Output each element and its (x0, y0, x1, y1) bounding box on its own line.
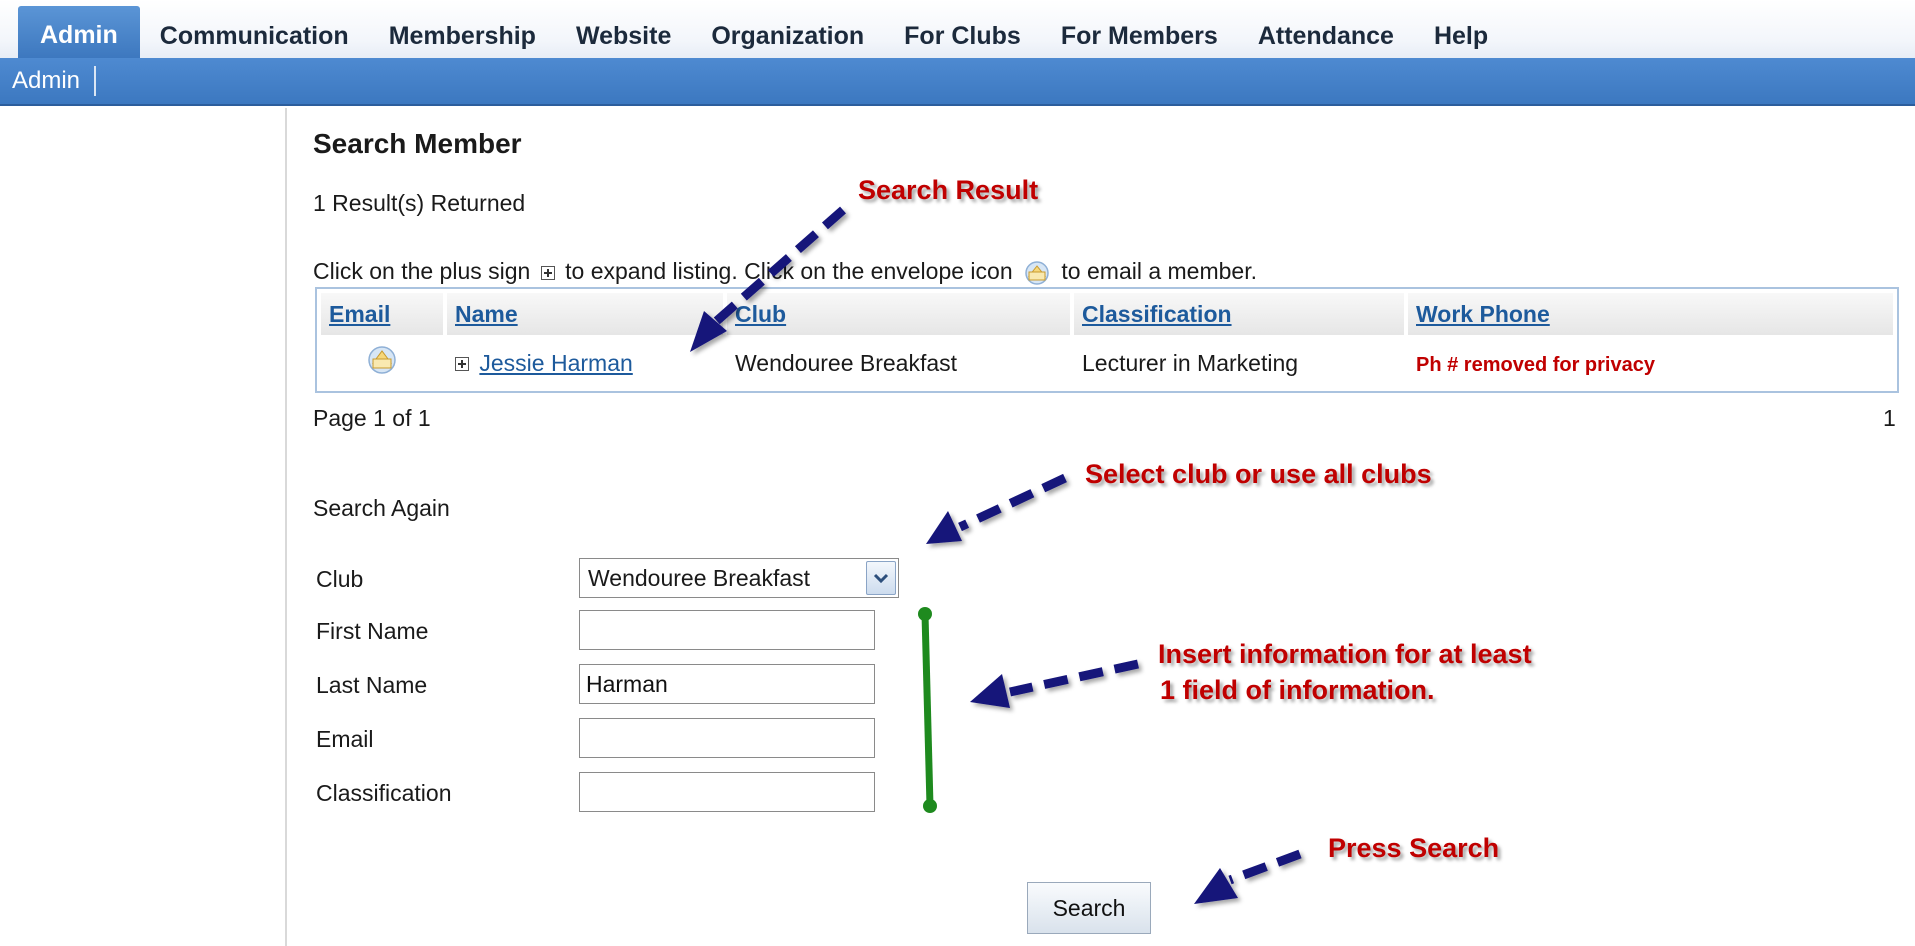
classification-input[interactable] (579, 772, 875, 812)
instructions-text: Click on the plus sign to expand listing… (313, 258, 1257, 285)
sub-nav-bar: Admin (0, 58, 1915, 106)
search-button[interactable]: Search (1027, 882, 1151, 934)
sort-work-phone-link[interactable]: Work Phone (1416, 301, 1550, 327)
left-column-divider (285, 108, 287, 946)
pager-status: Page 1 of 1 (313, 405, 431, 431)
pager-page-link[interactable]: 1 (1883, 405, 1896, 432)
tab-help[interactable]: Help (1414, 6, 1508, 58)
tab-for-clubs[interactable]: For Clubs (884, 6, 1041, 58)
search-again-heading: Search Again (313, 495, 450, 521)
name-cell: Jessie Harman (447, 339, 723, 387)
annotation-search-result: Search Result (858, 175, 1039, 205)
email-input[interactable] (579, 718, 875, 758)
classification-label: Classification (316, 780, 452, 806)
column-header-classification[interactable]: Classification (1074, 293, 1404, 335)
results-table: Email Name Club Classification Work Phon… (315, 287, 1899, 393)
instructions-part1: Click on the plus sign (313, 258, 531, 284)
instructions-part2: to expand listing. Click on the envelope… (565, 258, 1013, 284)
sort-name-link[interactable]: Name (455, 301, 518, 327)
last-name-input[interactable] (579, 664, 875, 704)
plus-sign-icon (540, 265, 555, 280)
annotation-select-club: Select club or use all clubs (1085, 459, 1432, 489)
top-nav-tabs: Admin Communication Membership Website O… (18, 6, 1508, 58)
column-header-name[interactable]: Name (447, 293, 723, 335)
privacy-notice: Ph # removed for privacy (1416, 353, 1655, 376)
tab-website[interactable]: Website (556, 6, 691, 58)
annotation-insert-info-line1: Insert information for at least (1158, 639, 1532, 669)
tab-organization[interactable]: Organization (691, 6, 884, 58)
first-name-input[interactable] (579, 610, 875, 650)
club-select[interactable]: Wendouree Breakfast (579, 558, 899, 598)
sort-email-link[interactable]: Email (329, 301, 390, 327)
sort-classification-link[interactable]: Classification (1082, 301, 1232, 327)
annotation-press-search: Press Search (1328, 833, 1500, 863)
work-phone-cell: Ph # removed for privacy (1408, 339, 1893, 387)
club-label: Club (316, 566, 364, 592)
email-cell (321, 339, 443, 387)
tab-attendance[interactable]: Attendance (1238, 6, 1414, 58)
annotation-insert-info-line2: 1 field of information. (1160, 675, 1435, 705)
top-nav-bar: Admin Communication Membership Website O… (0, 0, 1915, 59)
table-row: Jessie Harman Wendouree Breakfast Lectur… (321, 339, 1893, 387)
main-content: Search Member 1 Result(s) Returned Click… (313, 110, 1915, 946)
last-name-label: Last Name (316, 672, 428, 698)
email-label: Email (316, 726, 374, 752)
dropdown-button[interactable] (866, 561, 896, 595)
sort-club-link[interactable]: Club (735, 301, 786, 327)
tab-communication[interactable]: Communication (140, 6, 369, 58)
subnav-item-admin[interactable]: Admin (12, 66, 97, 96)
envelope-icon[interactable] (366, 345, 398, 375)
column-header-club[interactable]: Club (727, 293, 1070, 335)
instructions-part3: to email a member. (1061, 258, 1258, 284)
column-header-email[interactable]: Email (321, 293, 443, 335)
tab-membership[interactable]: Membership (369, 6, 556, 58)
page-title: Search Member (313, 128, 522, 159)
tab-admin[interactable]: Admin (18, 6, 140, 58)
envelope-icon (1025, 261, 1049, 285)
column-header-work-phone[interactable]: Work Phone (1408, 293, 1893, 335)
club-select-value: Wendouree Breakfast (588, 565, 811, 591)
classification-cell: Lecturer in Marketing (1074, 339, 1404, 387)
expand-plus-icon[interactable] (455, 357, 469, 372)
table-header-row: Email Name Club Classification Work Phon… (321, 293, 1893, 335)
result-count: 1 Result(s) Returned (313, 190, 526, 216)
first-name-label: First Name (316, 618, 429, 644)
member-name-link[interactable]: Jessie Harman (479, 350, 632, 376)
chevron-down-icon (873, 573, 889, 584)
tab-for-members[interactable]: For Members (1041, 6, 1238, 58)
club-cell: Wendouree Breakfast (727, 339, 1070, 387)
